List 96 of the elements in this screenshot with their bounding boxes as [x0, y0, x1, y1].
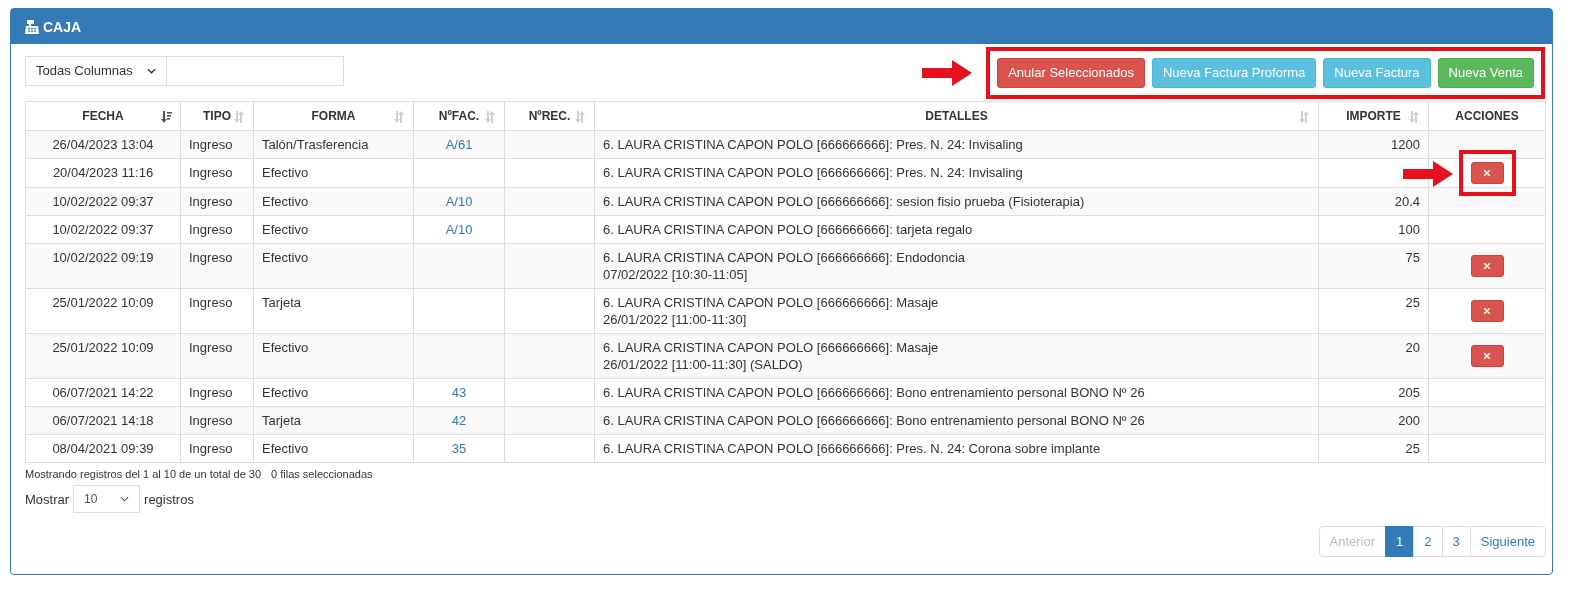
selection-info: 0 filas seleccionadas: [271, 468, 373, 480]
column-header[interactable]: TIPO: [203, 108, 231, 123]
table-cell: Efectivo: [262, 441, 309, 456]
table-cell-text: 6. LAURA CRISTINA CAPON POLO [666666666]: Endodoncia: [603, 249, 967, 266]
toolbar-button[interactable]: Nueva Venta: [1437, 57, 1534, 88]
table-cell: 06/07/2021 14:18: [52, 413, 154, 428]
sort-icon[interactable]: [574, 111, 586, 123]
table-cell: 20/04/2023 11:16: [52, 165, 154, 180]
table-cell: 205: [1398, 385, 1420, 400]
table-cell: 26/04/2023 13:04: [52, 137, 154, 152]
page-link[interactable]: 3: [1441, 526, 1471, 557]
table-cell: Ingreso: [189, 165, 233, 180]
close-icon: [1483, 352, 1491, 360]
table-cell: Tarjeta: [262, 413, 302, 428]
table-cell: Efectivo: [262, 165, 309, 180]
table-cell-text: 07/02/2022 [10:30-11:05]: [603, 266, 749, 283]
sort-descending-icon[interactable]: [160, 111, 172, 123]
table-cell: 25/01/2022 10:09: [52, 295, 154, 310]
table-cell: 10/02/2022 09:37: [52, 222, 154, 237]
arrow: [1402, 161, 1453, 187]
table-cell: Efectivo: [262, 250, 309, 265]
table-cell: Ingreso: [189, 385, 233, 400]
table-cell: 06/07/2021 14:22: [52, 385, 154, 400]
table-cell-text: 6. LAURA CRISTINA CAPON POLO [666666666]: Pres. N. 24: Invisaling: [603, 136, 1024, 153]
panel-title: CAJA: [43, 18, 82, 35]
table-cell: 75: [1405, 250, 1420, 265]
table-cell-text: 6. LAURA CRISTINA CAPON POLO [666666666]: Bono entrenamiento personal BONO Nº 26: [603, 412, 1146, 429]
delete-button[interactable]: [1470, 345, 1504, 367]
arrow: [922, 59, 973, 86]
sort-icon[interactable]: [484, 111, 496, 123]
table-cell: 1200: [1391, 137, 1420, 152]
search-field[interactable]: [167, 55, 344, 86]
close-icon: [1483, 169, 1491, 177]
toolbar-button[interactable]: Anular Seleccionados: [997, 57, 1145, 88]
chevron-down-icon: [120, 496, 130, 502]
table-cell: Ingreso: [189, 137, 233, 152]
chevron-down-icon: [147, 67, 156, 74]
table-cell: Ingreso: [189, 340, 233, 355]
close-icon: [1483, 307, 1491, 315]
table-cell: 10/02/2022 09:19: [52, 250, 154, 265]
table-cell: Ingreso: [189, 222, 233, 237]
sort-icon[interactable]: [1408, 111, 1420, 123]
table-cell: Efectivo: [262, 194, 309, 209]
table-cell: Talón/Trasferencia: [262, 137, 369, 152]
column-select[interactable]: Todas Columnas: [25, 55, 167, 86]
table-cell: 200: [1398, 413, 1420, 428]
delete-button[interactable]: [1470, 162, 1504, 184]
table-cell-text: 6. LAURA CRISTINA CAPON POLO [666666666]: sesion fisio prueba (Fisioterapia): [603, 193, 1086, 210]
invoice-link[interactable]: A/10: [445, 194, 473, 209]
sort-icon[interactable]: [393, 111, 405, 123]
table-cell-text: 6. LAURA CRISTINA CAPON POLO [666666666]: Masaje: [603, 294, 940, 311]
table-cell: Tarjeta: [262, 295, 302, 310]
invoice-link[interactable]: 43: [451, 385, 467, 400]
table-cell: 20.4: [1394, 194, 1420, 209]
close-icon: [1483, 262, 1491, 270]
delete-button[interactable]: [1470, 255, 1504, 277]
page-link[interactable]: 1: [1385, 526, 1415, 557]
sort-icon[interactable]: [233, 111, 245, 123]
table-cell: 25/01/2022 10:09: [52, 340, 154, 355]
records-info: Mostrando registros del 1 al 10 de un total de 30: [25, 468, 262, 480]
table-cell-text: 6. LAURA CRISTINA CAPON POLO [666666666]: Pres. N. 24: Invisaling: [603, 164, 1024, 181]
column-header[interactable]: FORMA: [311, 108, 356, 123]
table-cell-text: 6. LAURA CRISTINA CAPON POLO [666666666]: tarjeta regalo: [603, 221, 974, 238]
table-cell: 100: [1398, 222, 1420, 237]
table-cell: Ingreso: [189, 413, 233, 428]
page-link[interactable]: Siguiente: [1469, 526, 1546, 557]
invoice-link[interactable]: 35: [451, 441, 467, 456]
page-link[interactable]: 2: [1413, 526, 1443, 557]
table-cell: Efectivo: [262, 385, 309, 400]
column-header[interactable]: FECHA: [82, 108, 124, 123]
table-cell-text: 26/01/2022 [11:00-11:30] (SALDO): [603, 356, 804, 373]
table-cell: 20: [1405, 340, 1420, 355]
page-size-select[interactable]: 10: [73, 485, 141, 513]
sort-icon[interactable]: [1298, 111, 1310, 123]
table-cell: 25: [1405, 295, 1420, 310]
table-cell: Efectivo: [262, 222, 309, 237]
table-cell: Ingreso: [189, 194, 233, 209]
invoice-link[interactable]: A/10: [445, 222, 473, 237]
table-cell: Ingreso: [189, 441, 233, 456]
table-cell: 25: [1405, 441, 1420, 456]
length-label: registros: [144, 491, 194, 507]
table-cell: Efectivo: [262, 340, 309, 355]
length-label: Mostrar: [25, 491, 70, 507]
table-cell-text: 6. LAURA CRISTINA CAPON POLO [666666666]: Pres. N. 24: Corona sobre implante: [603, 440, 1102, 457]
table-cell-text: 6. LAURA CRISTINA CAPON POLO [666666666]: Masaje: [603, 339, 940, 356]
table-cell: 08/04/2021 09:39: [52, 441, 154, 456]
table-cell: Ingreso: [189, 295, 233, 310]
cash-register-icon: [25, 19, 39, 34]
table-cell: Ingreso: [189, 250, 233, 265]
table-cell: 10/02/2022 09:37: [52, 194, 154, 209]
invoice-link[interactable]: A/61: [445, 137, 473, 152]
table-cell-text: 6. LAURA CRISTINA CAPON POLO [666666666]: Bono entrenamiento personal BONO Nº 26: [603, 384, 1146, 401]
invoice-link[interactable]: 42: [451, 413, 467, 428]
delete-button[interactable]: [1470, 300, 1504, 322]
table-cell-text: 26/01/2022 [11:00-11:30]: [603, 311, 748, 328]
column-header[interactable]: DETALLES: [925, 108, 988, 123]
